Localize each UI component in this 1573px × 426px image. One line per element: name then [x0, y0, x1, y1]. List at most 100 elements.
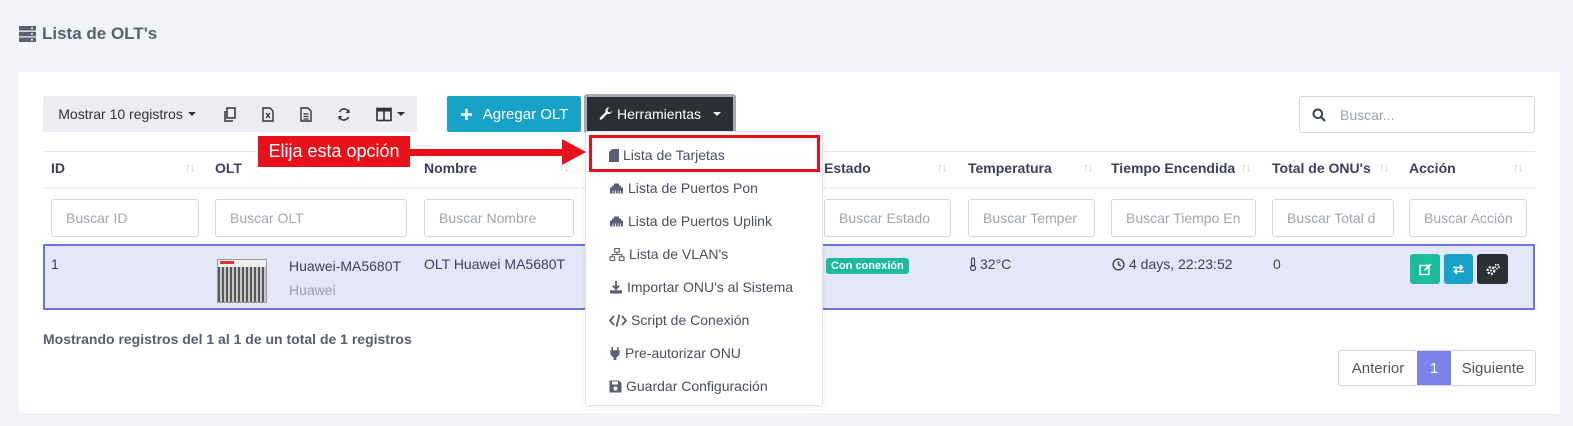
copy-button[interactable] — [211, 96, 249, 132]
filter-id-input[interactable] — [51, 199, 199, 237]
column-header-id[interactable]: ID — [51, 160, 65, 178]
show-records-button[interactable]: Mostrar 10 registros — [43, 96, 211, 132]
filter-tiempo-input[interactable] — [1111, 199, 1256, 237]
column-header-total-onu[interactable]: Total de ONU's — [1272, 160, 1371, 178]
menu-item-label: Importar ONU's al Sistema — [627, 279, 794, 295]
code-icon — [609, 313, 627, 327]
menu-item-guardar-config[interactable]: Guardar Configuración — [609, 378, 768, 394]
global-search-input[interactable] — [1340, 106, 1510, 123]
menu-item-label: Lista de Puertos Pon — [628, 180, 758, 196]
sort-icon: ↑↓ — [185, 162, 195, 174]
add-olt-label: Agregar OLT — [482, 105, 569, 123]
menu-item-importar-onus[interactable]: Importar ONU's al Sistema — [609, 279, 793, 295]
exchange-icon — [1453, 263, 1464, 275]
cell-tiempo: 4 days, 22:23:52 — [1112, 256, 1233, 272]
menu-item-puertos-pon[interactable]: Lista de Puertos Pon — [609, 180, 758, 196]
thermometer-icon — [969, 257, 977, 271]
edit-icon — [1418, 263, 1431, 275]
filter-olt-input[interactable] — [215, 199, 407, 237]
cell-id: 1 — [51, 256, 59, 272]
cell-olt-brand: Huawei — [289, 282, 336, 298]
menu-item-label: Guardar Configuración — [626, 378, 768, 394]
menu-item-vlans[interactable]: Lista de VLAN's — [609, 246, 728, 262]
cell-total-onu: 0 — [1273, 256, 1281, 272]
menu-item-script-conexion[interactable]: Script de Conexión — [609, 312, 749, 328]
columns-button[interactable] — [363, 96, 417, 132]
annotation-arrow — [410, 149, 570, 156]
search-icon — [1312, 108, 1326, 122]
tools-label: Herramientas — [616, 106, 702, 122]
table-info: Mostrando registros del 1 al 1 de un tot… — [43, 331, 412, 347]
sort-icon: ↑↓ — [1241, 162, 1251, 174]
copy-icon — [224, 106, 236, 122]
filter-estado-input[interactable] — [824, 199, 951, 237]
page-title-text: Lista de OLT's — [42, 24, 158, 43]
annotation-highlight-box — [589, 135, 820, 172]
page-title: Lista de OLT's — [19, 24, 157, 44]
reload-button[interactable] — [325, 96, 363, 132]
save-icon — [609, 380, 622, 392]
sort-icon: ↑↓ — [1379, 162, 1389, 174]
plug-icon — [610, 346, 620, 360]
sync-icon — [338, 107, 350, 121]
filter-accion-input[interactable] — [1409, 199, 1527, 237]
excel-file-icon — [262, 106, 274, 122]
edit-button[interactable] — [1410, 254, 1440, 284]
pagination-next[interactable]: Siguiente — [1451, 351, 1535, 385]
pdf-button[interactable] — [287, 96, 325, 132]
file-icon — [300, 106, 312, 122]
ethernet-icon — [610, 183, 623, 193]
cell-temperatura: 32°C — [969, 256, 1011, 272]
ethernet-icon — [610, 216, 623, 226]
export-button-group: Mostrar 10 registros — [43, 96, 417, 132]
temperature-value: 32°C — [980, 256, 1012, 272]
global-search — [1299, 96, 1535, 133]
filter-temperatura-input[interactable] — [968, 199, 1095, 237]
sort-icon: ↑↓ — [937, 162, 947, 174]
status-badge: Con conexión — [826, 258, 909, 274]
menu-item-label: Lista de Puertos Uplink — [628, 213, 772, 229]
column-header-olt[interactable]: OLT — [215, 160, 242, 178]
caret-down-icon — [713, 112, 722, 116]
show-records-label: Mostrar 10 registros — [58, 106, 183, 122]
menu-item-label: Pre-autorizar ONU — [625, 345, 741, 361]
column-header-nombre[interactable]: Nombre — [424, 160, 477, 178]
wrench-icon — [599, 107, 612, 120]
add-olt-button[interactable]: Agregar OLT — [447, 96, 581, 132]
column-header-accion[interactable]: Acción — [1409, 160, 1456, 178]
menu-item-label: Script de Conexión — [631, 312, 750, 328]
columns-icon — [375, 107, 392, 121]
annotation-arrow-head — [562, 139, 586, 165]
clock-icon — [1112, 257, 1125, 271]
pagination-previous[interactable]: Anterior — [1339, 351, 1417, 385]
excel-button[interactable] — [249, 96, 287, 132]
caret-down-icon — [396, 112, 405, 116]
cell-olt-model: Huawei-MA5680T — [289, 258, 402, 274]
filter-nombre-input[interactable] — [424, 199, 574, 237]
plus-icon — [460, 108, 472, 120]
uptime-value: 4 days, 22:23:52 — [1129, 256, 1233, 272]
sort-icon: ↑↓ — [1083, 162, 1093, 174]
settings-button[interactable] — [1477, 254, 1508, 284]
download-icon — [609, 280, 623, 294]
menu-item-pre-autorizar[interactable]: Pre-autorizar ONU — [609, 345, 741, 361]
cell-nombre: OLT Huawei MA5680T — [424, 256, 566, 272]
cogs-icon — [1486, 263, 1500, 275]
pagination-page-1[interactable]: 1 — [1417, 351, 1451, 385]
pagination: Anterior 1 Siguiente — [1338, 350, 1536, 386]
annotation-callout: Elija esta opción — [258, 136, 410, 167]
sort-icon: ↑↓ — [1513, 162, 1523, 174]
tools-dropdown-menu: Lista de Tarjetas Lista de Puertos Pon L… — [585, 131, 823, 406]
server-icon — [19, 26, 36, 42]
olt-device-image — [217, 259, 267, 303]
menu-item-puertos-uplink[interactable]: Lista de Puertos Uplink — [609, 213, 772, 229]
tools-dropdown-button[interactable]: Herramientas — [584, 94, 736, 134]
filter-total-onu-input[interactable] — [1272, 199, 1394, 237]
menu-item-label: Lista de VLAN's — [629, 246, 729, 262]
column-header-temperatura[interactable]: Temperatura — [968, 160, 1052, 178]
column-header-tiempo[interactable]: Tiempo Encendida — [1111, 160, 1235, 178]
transfer-button[interactable] — [1444, 254, 1473, 284]
caret-down-icon — [187, 112, 196, 116]
network-icon — [609, 247, 625, 261]
column-header-estado[interactable]: Estado — [824, 160, 871, 178]
